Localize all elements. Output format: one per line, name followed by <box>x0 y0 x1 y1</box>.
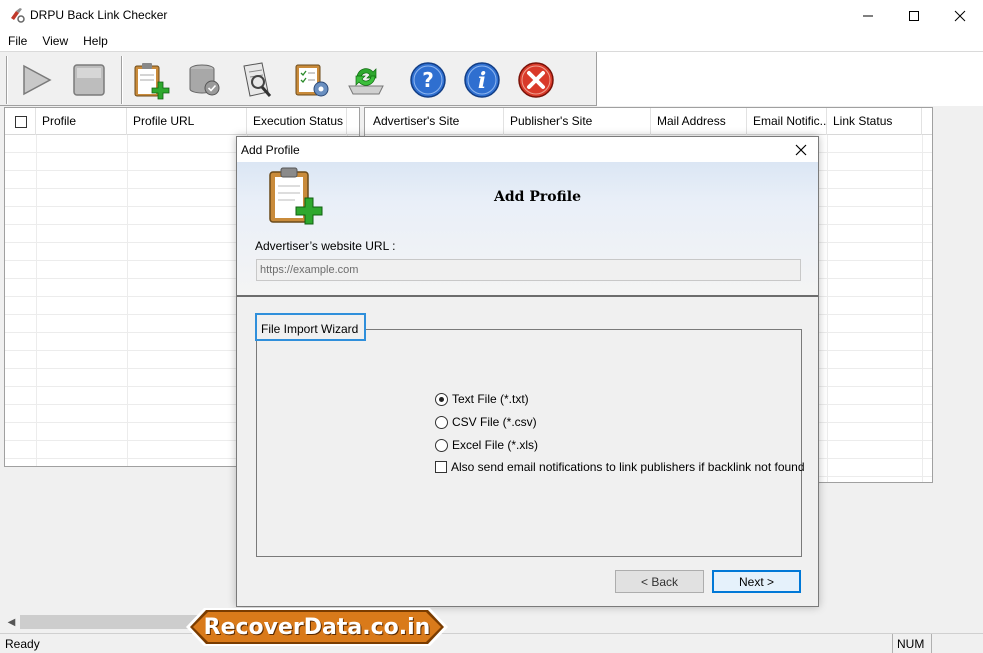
column-link-status[interactable]: Link Status <box>827 108 922 135</box>
settings-button[interactable] <box>292 60 332 100</box>
watermark-text: RecoverData.co.in <box>203 614 431 640</box>
excel-file-radio[interactable] <box>435 438 448 452</box>
maximize-button[interactable] <box>891 0 937 31</box>
email-notification-checkbox[interactable] <box>435 461 447 473</box>
url-label: Advertiser’s website URL : <box>255 239 396 253</box>
stop-button[interactable] <box>69 60 109 100</box>
status-bar: Ready NUM <box>0 633 983 653</box>
next-button[interactable]: Next > <box>712 570 801 593</box>
csv-file-option[interactable]: CSV File (*.csv) <box>435 415 537 429</box>
add-profile-dialog: Add Profile Add Profile Advertiser’s web… <box>236 136 819 607</box>
select-all-column <box>5 108 36 135</box>
column-email-notification[interactable]: Email Notific... <box>747 108 827 135</box>
add-profile-button[interactable] <box>130 60 170 100</box>
column-advertisers-site[interactable]: Advertiser's Site <box>367 108 504 135</box>
text-file-option[interactable]: Text File (*.txt) <box>435 392 529 406</box>
about-button[interactable]: i <box>462 60 502 100</box>
menu-file[interactable]: File <box>0 31 34 51</box>
help-icon: ? <box>410 62 446 98</box>
minimize-icon <box>863 15 873 16</box>
database-button[interactable] <box>184 60 224 100</box>
status-text: Ready <box>5 637 40 651</box>
close-circle-icon <box>518 62 554 98</box>
grid-line <box>127 135 128 466</box>
menu-help[interactable]: Help <box>75 31 115 51</box>
start-button[interactable] <box>16 60 56 100</box>
file-import-wizard-title: File Import Wizard <box>255 313 367 341</box>
grid-line <box>36 135 37 466</box>
dialog-header: Add Profile Advertiser’s website URL : <box>237 162 818 297</box>
scroll-left-icon[interactable]: ◀ <box>3 613 20 631</box>
select-all-checkbox[interactable] <box>15 116 27 128</box>
toolbar-separator <box>121 56 123 104</box>
window-title: DRPU Back Link Checker <box>30 8 168 22</box>
dialog-title-bar: Add Profile <box>237 137 818 162</box>
toolbar: ? i <box>0 51 983 106</box>
text-file-label: Text File (*.txt) <box>452 392 529 406</box>
num-lock-indicator: NUM <box>892 634 932 653</box>
dialog-title: Add Profile <box>241 143 300 157</box>
excel-file-option[interactable]: Excel File (*.xls) <box>435 438 538 452</box>
toolbar-empty-area <box>596 52 983 106</box>
clipboard-add-icon <box>134 63 170 100</box>
csv-file-radio[interactable] <box>435 415 448 429</box>
column-mail-address[interactable]: Mail Address <box>651 108 747 135</box>
column-execution-status[interactable]: Execution Status <box>247 108 347 135</box>
close-icon <box>954 10 966 21</box>
refresh-button[interactable] <box>346 60 386 100</box>
svg-text:i: i <box>478 68 486 94</box>
app-icon <box>11 8 25 23</box>
stop-icon <box>73 64 105 96</box>
report-search-icon <box>243 62 272 97</box>
email-notification-option[interactable]: Also send email notifications to link pu… <box>435 460 805 474</box>
title-bar: DRPU Back Link Checker <box>0 0 983 31</box>
excel-file-label: Excel File (*.xls) <box>452 438 539 452</box>
svg-text:?: ? <box>422 68 434 92</box>
toolbar-separator <box>6 56 8 104</box>
minimize-button[interactable] <box>845 0 891 31</box>
profile-grid-header: Profile Profile URL Execution Status <box>5 108 359 135</box>
refresh-drive-icon <box>348 68 384 95</box>
database-check-icon <box>189 64 220 96</box>
menu-view[interactable]: View <box>34 31 75 51</box>
report-button[interactable] <box>238 60 278 100</box>
column-profile-url[interactable]: Profile URL <box>127 108 247 135</box>
advertiser-url-input[interactable] <box>256 259 801 281</box>
help-button[interactable]: ? <box>408 60 448 100</box>
close-button[interactable] <box>937 0 983 31</box>
grid-line <box>827 135 828 482</box>
grid-line <box>922 135 923 482</box>
close-icon <box>795 144 807 155</box>
column-profile[interactable]: Profile <box>36 108 127 135</box>
play-icon <box>23 64 52 96</box>
back-button[interactable]: < Back <box>615 570 704 593</box>
dialog-heading: Add Profile <box>494 189 581 205</box>
settings-checklist-icon <box>295 64 329 97</box>
email-notification-label: Also send email notifications to link pu… <box>451 460 805 474</box>
link-status-grid-header: Advertiser's Site Publisher's Site Mail … <box>365 108 932 135</box>
maximize-icon <box>909 10 919 21</box>
info-icon: i <box>464 62 500 98</box>
csv-file-label: CSV File (*.csv) <box>452 415 537 429</box>
dialog-close-button[interactable] <box>784 137 818 162</box>
menu-bar: File View Help <box>0 31 983 51</box>
exit-button[interactable] <box>516 60 556 100</box>
column-publishers-site[interactable]: Publisher's Site <box>504 108 651 135</box>
text-file-radio[interactable] <box>435 392 448 406</box>
watermark-banner: RecoverData.co.in <box>186 606 448 648</box>
